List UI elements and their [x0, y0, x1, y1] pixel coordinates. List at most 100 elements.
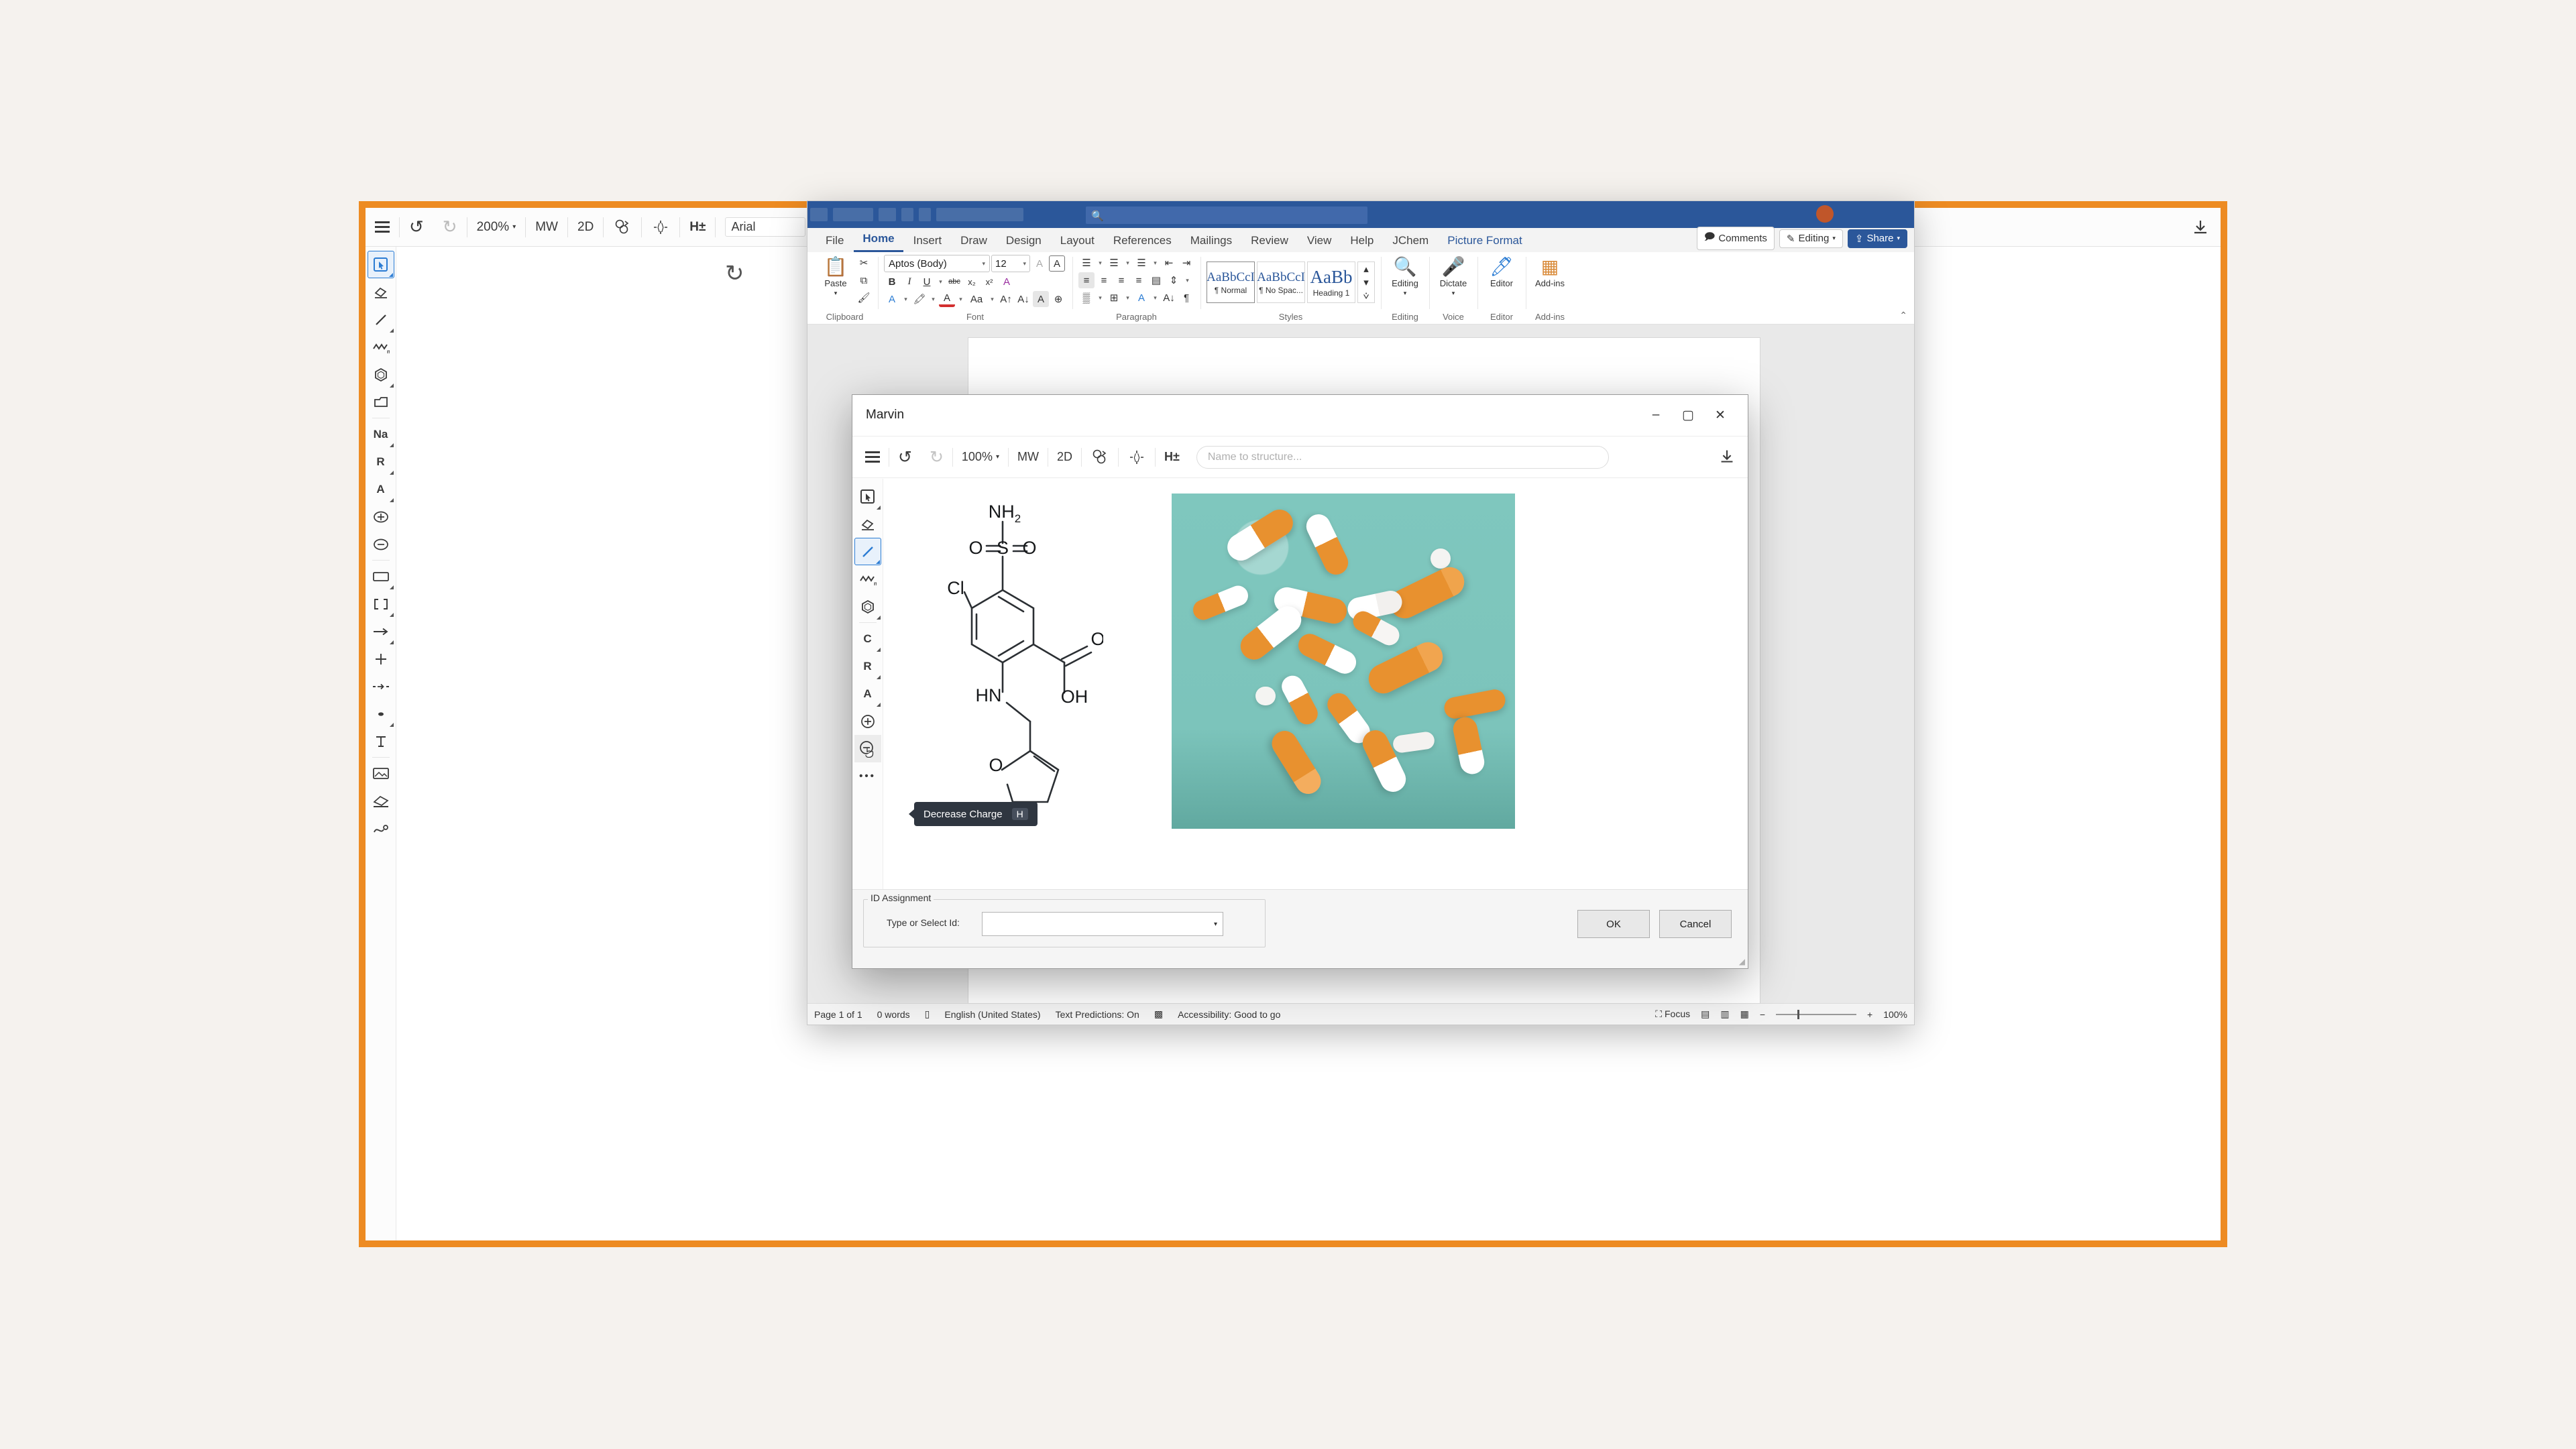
tab-review[interactable]: Review — [1242, 231, 1297, 252]
chain-tool[interactable]: n — [854, 565, 881, 593]
dimension-2d-button[interactable]: 2D — [568, 208, 603, 247]
share-button[interactable]: ⇪ Share ▾ — [1847, 229, 1907, 248]
chevron-down-icon[interactable]: ▾ — [1123, 259, 1132, 267]
multilevel-list-button[interactable]: ☰ — [1133, 255, 1150, 271]
ring-tool[interactable] — [854, 593, 881, 620]
clear-formatting-icon[interactable]: A — [1031, 255, 1048, 272]
image-tool[interactable] — [368, 760, 394, 787]
font-color-a-button[interactable]: A — [884, 291, 900, 307]
show-formatting-button[interactable]: ▤ — [1148, 272, 1164, 288]
shrink-font-button[interactable]: A↓ — [1015, 291, 1031, 307]
autosave-toggle[interactable] — [833, 208, 873, 221]
bond-tool[interactable] — [368, 306, 394, 333]
zoom-slider[interactable] — [1776, 1009, 1856, 1019]
italic-button[interactable]: I — [901, 274, 917, 290]
tab-view[interactable]: View — [1298, 231, 1341, 252]
resize-grip[interactable]: ◢ — [1739, 957, 1745, 966]
dimension-2d-button[interactable]: 2D — [1048, 443, 1081, 472]
tab-file[interactable]: File — [817, 231, 852, 252]
name-to-structure-input[interactable]: Name to structure... — [1196, 445, 1609, 469]
r-group-tool[interactable]: R — [368, 448, 394, 475]
clean-structure-icon[interactable] — [604, 208, 641, 247]
chevron-down-icon[interactable]: ▾ — [929, 296, 938, 303]
chevron-down-icon[interactable]: ▾ — [1183, 277, 1192, 284]
sort-button[interactable]: A↓ — [1161, 290, 1177, 306]
decrease-charge-tool[interactable] — [854, 735, 881, 762]
hamburger-icon[interactable] — [856, 443, 889, 472]
accessibility-status[interactable]: Accessibility: Good to go — [1178, 1009, 1280, 1020]
search-box[interactable]: 🔍 — [1086, 207, 1367, 224]
tab-help[interactable]: Help — [1341, 231, 1382, 252]
clean-structure-icon[interactable] — [1082, 443, 1118, 472]
zoom-out-icon[interactable]: − — [1760, 1009, 1765, 1020]
borders-button[interactable]: ⊞ — [1106, 290, 1122, 306]
molecular-weight-button[interactable]: MW — [526, 208, 567, 247]
phonetic-guide-icon[interactable]: A — [1049, 255, 1065, 272]
web-layout-icon[interactable]: ▦ — [1740, 1008, 1749, 1020]
chevron-down-icon[interactable]: ▾ — [1096, 259, 1105, 267]
lasso-erase-tool[interactable] — [368, 787, 394, 815]
undo-icon[interactable]: ↺ — [400, 208, 433, 247]
atom-c-tool[interactable]: C — [854, 625, 881, 652]
pill-capsules-image[interactable] — [1172, 494, 1515, 829]
font-color-button[interactable]: A — [939, 291, 955, 307]
ring-tool[interactable] — [368, 361, 394, 388]
close-button[interactable]: ✕ — [1709, 404, 1732, 426]
styles-more-icon[interactable]: ⩒ — [1358, 289, 1374, 302]
molecular-weight-button[interactable]: MW — [1009, 443, 1048, 472]
print-layout-icon[interactable]: ▥ — [1720, 1008, 1729, 1020]
read-mode-icon[interactable]: ▤ — [1701, 1008, 1710, 1020]
zoom-in-icon[interactable]: + — [1867, 1009, 1872, 1020]
chevron-down-icon[interactable]: ▾ — [988, 296, 997, 303]
style-normal[interactable]: AaBbCcI ¶ Normal — [1207, 262, 1255, 303]
superscript-button[interactable]: x² — [981, 274, 997, 290]
atom-any-tool[interactable]: A — [854, 680, 881, 707]
atom-any-tool[interactable]: A — [368, 475, 394, 503]
text-predictions[interactable]: Text Predictions: On — [1056, 1009, 1139, 1020]
editor-button[interactable]: 🖊 Editor — [1483, 255, 1520, 289]
tab-insert[interactable]: Insert — [905, 231, 951, 252]
selection-tool[interactable] — [854, 483, 881, 510]
copy-icon[interactable]: ⧉ — [856, 272, 872, 288]
zoom-level[interactable]: 100% — [1883, 1009, 1907, 1020]
tab-references[interactable]: References — [1105, 231, 1180, 252]
plus-tool[interactable] — [368, 645, 394, 673]
zoom-level-dropdown[interactable]: 200% ▾ — [467, 208, 526, 247]
bond-tool[interactable] — [854, 538, 881, 565]
brackets-tool[interactable] — [368, 590, 394, 618]
eraser-tool[interactable] — [854, 510, 881, 538]
font-name-value[interactable]: Arial — [725, 217, 806, 237]
redo-icon[interactable]: ↻ — [433, 208, 467, 247]
curve-tool[interactable] — [368, 815, 394, 842]
tab-home[interactable]: Home — [854, 229, 903, 252]
tab-mailings[interactable]: Mailings — [1182, 231, 1241, 252]
tab-design[interactable]: Design — [997, 231, 1050, 252]
page-count[interactable]: Page 1 of 1 — [814, 1009, 862, 1020]
chevron-down-icon[interactable]: ▾ — [936, 278, 945, 286]
decrease-charge-tool[interactable] — [368, 530, 394, 558]
comments-button[interactable]: 🗩 Comments — [1696, 227, 1775, 250]
minimize-button[interactable]: – — [1644, 404, 1667, 426]
explicit-hydrogens-button[interactable]: H± — [1156, 443, 1188, 472]
font-size-input[interactable]: 12 ▾ — [991, 255, 1030, 272]
selection-tool[interactable] — [367, 251, 394, 278]
download-icon[interactable] — [2190, 217, 2211, 238]
style-no-spacing[interactable]: AaBbCcI ¶ No Spac... — [1257, 262, 1305, 303]
chevron-down-icon[interactable]: ▾ — [901, 296, 910, 303]
text-tool[interactable] — [368, 728, 394, 755]
download-icon[interactable] — [1717, 447, 1737, 467]
more-tools-button[interactable]: ••• — [854, 762, 881, 790]
dot-tool[interactable] — [368, 700, 394, 728]
tab-layout[interactable]: Layout — [1052, 231, 1103, 252]
text-effects-button[interactable]: A — [999, 274, 1015, 290]
font-name-input[interactable]: Aptos (Body) ▾ — [884, 255, 990, 272]
redo-icon[interactable]: ↻ — [921, 443, 952, 472]
justify-button[interactable]: ≡ — [1131, 272, 1147, 288]
maximize-button[interactable]: ▢ — [1677, 404, 1699, 426]
id-select-combobox[interactable]: ▾ — [982, 912, 1223, 936]
chevron-down-icon[interactable]: ▾ — [1151, 294, 1160, 302]
cut-icon[interactable]: ✂ — [856, 255, 872, 271]
align-right-button[interactable]: ≡ — [1113, 272, 1129, 288]
zoom-slider-thumb[interactable] — [1797, 1009, 1799, 1019]
r-group-tool[interactable]: R — [854, 652, 881, 680]
